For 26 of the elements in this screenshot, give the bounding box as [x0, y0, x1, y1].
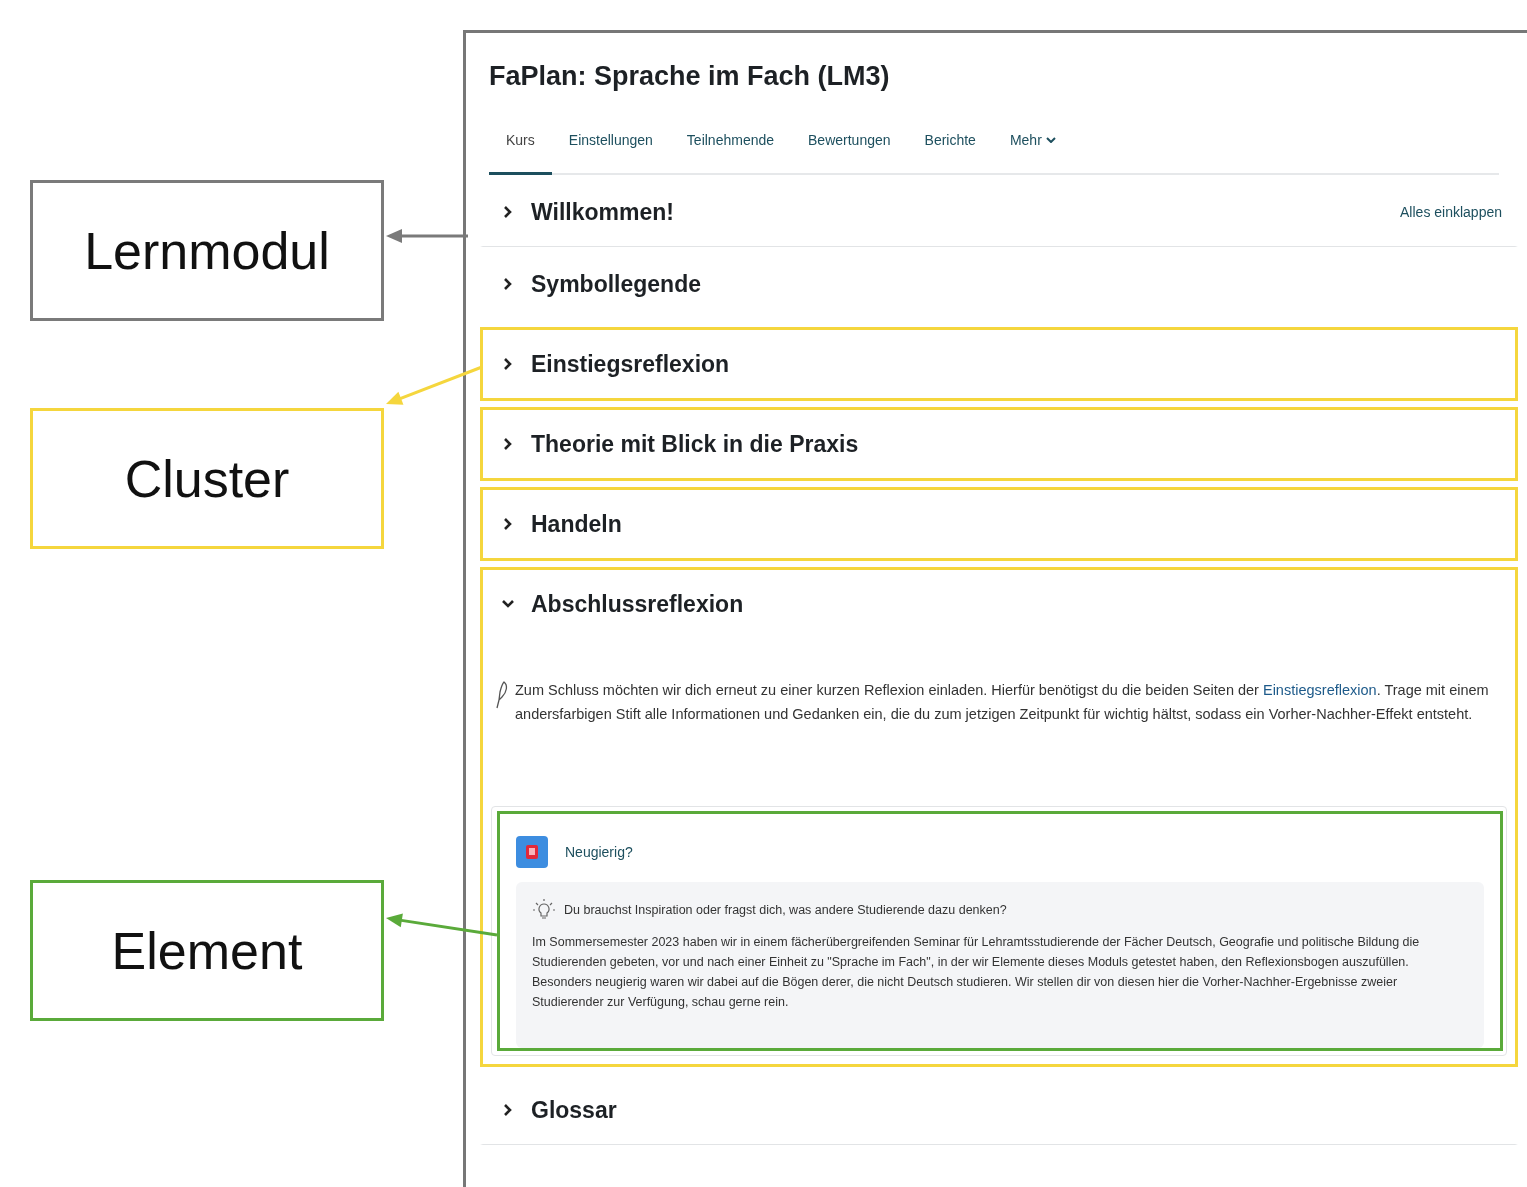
nav-tab[interactable]: Teilnehmende [669, 126, 792, 175]
section-title[interactable]: Symbollegende [531, 270, 701, 298]
section-title[interactable]: Einstiegsreflexion [531, 350, 730, 378]
annotation-label: Element [30, 880, 384, 1021]
annotation-label: Lernmodul [30, 180, 384, 321]
hint-text: Du brauchst Inspiration oder fragst dich, was andere Studierende dazu denken? [564, 903, 1007, 917]
nav-tab[interactable]: Mehr [992, 126, 1073, 175]
annotation-label: Cluster [30, 408, 384, 549]
info-text: Im Sommersemester 2023 haben wir in einem fächerübergreifenden Seminar für Lehramtsstudierende der Fächer Deutsch, Geografie und politische Bildung die Studierenden gebeten, vor und nach einer Einheit zu "Sprache im Fach", in der wir Elemente dieses Moduls getestet haben, den Reflexionsbogen auszufüllen. Besonders neugierig waren wir dabei auf die Bögen derer, die nicht Deutsch studieren. Wir stellen dir von diesen hier die Vorher-Nachher-Ergebnisse zweier Studierender zur Verfügung, schau gerne rein. [532, 934, 1421, 1011]
section-title[interactable]: Theorie mit Blick in die Praxis [531, 430, 859, 458]
section-title[interactable]: Handeln [531, 510, 622, 538]
activity-link[interactable]: Neugierig? [565, 844, 633, 860]
activity-icon [516, 836, 548, 868]
course-title: FaPlan: Sprache im Fach (LM3) [489, 61, 891, 92]
nav-tab[interactable]: Einstellungen [551, 126, 670, 175]
nav-tab[interactable]: Kurs [489, 126, 552, 175]
section-title[interactable]: Abschlussreflexion [531, 590, 744, 618]
paragraph: Zum Schluss möchten wir dich erneut zu einer kurzen Reflexion einladen. Hierfür benötigst du die beiden Seiten der Einstiegsreflexion. Trage mit einem andersfarbigen Stift alle Informationen und Gedanken ein, die du zum jetzigen Zeitpunkt für wichtig hältst, sodass ein Vorher-Nachher-Effekt entsteht. [515, 681, 1490, 724]
collapse-all-link[interactable]: Alles einklappen [1400, 204, 1507, 220]
feather-icon [493, 680, 509, 710]
section-title[interactable]: Glossar [531, 1096, 617, 1124]
link[interactable]: Einstiegsreflexion [1262, 682, 1377, 698]
lightbulb-icon [532, 898, 556, 922]
nav-tab[interactable]: Berichte [907, 126, 993, 175]
nav-tab[interactable]: Bewertungen [791, 126, 908, 175]
section-title[interactable]: Willkommen! [531, 198, 674, 226]
